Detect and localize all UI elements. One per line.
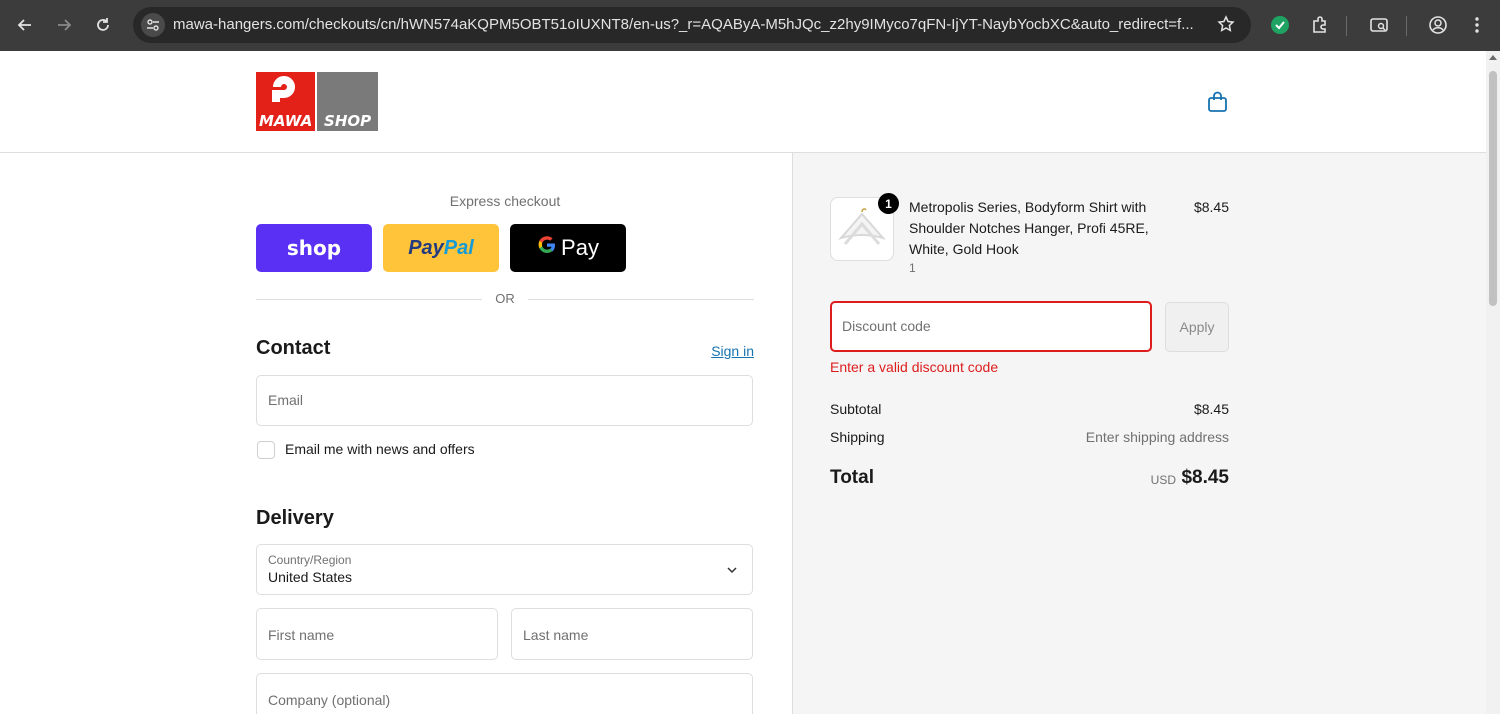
reload-icon[interactable] [90, 12, 116, 38]
last-name-placeholder: Last name [523, 627, 589, 643]
discount-placeholder: Discount code [842, 318, 931, 334]
paypal-label-pal: Pal [443, 236, 474, 259]
email-placeholder: Email [268, 392, 304, 408]
chevron-down-icon [726, 563, 738, 581]
site-info-icon[interactable] [141, 13, 165, 37]
checkout-form: Express checkout shop Pay Pal Pay OR Cont… [0, 51, 792, 714]
toolbar-divider [1406, 16, 1407, 36]
apply-discount-button[interactable]: Apply [1165, 302, 1229, 352]
search-tab-icon[interactable] [1368, 14, 1390, 36]
shopping-bag-icon[interactable] [1207, 91, 1228, 118]
toolbar-divider [1346, 16, 1347, 36]
first-name-placeholder: First name [268, 627, 335, 643]
sign-in-link[interactable]: Sign in [700, 343, 754, 359]
browser-toolbar: mawa-hangers.com/checkouts/cn/hWN574aKQP… [0, 0, 1500, 51]
google-g-icon [537, 235, 557, 261]
address-bar[interactable]: mawa-hangers.com/checkouts/cn/hWN574aKQP… [133, 7, 1251, 43]
country-label: Country/Region [268, 553, 352, 567]
paypal-label-pay: Pay [408, 236, 444, 259]
order-summary-pane [792, 153, 1486, 714]
country-select[interactable]: Country/Region United States [256, 544, 753, 595]
profile-icon[interactable] [1427, 14, 1449, 36]
paypal-button[interactable]: Pay Pal [383, 224, 499, 272]
newsletter-checkbox[interactable] [257, 441, 275, 459]
scroll-up-icon[interactable] [1489, 55, 1497, 60]
email-field[interactable]: Email [256, 375, 753, 426]
page-scrollbar[interactable] [1486, 51, 1500, 714]
url-text[interactable]: mawa-hangers.com/checkouts/cn/hWN574aKQP… [173, 16, 1203, 33]
extension-green-icon[interactable] [1269, 14, 1291, 36]
back-icon[interactable] [12, 12, 38, 38]
scrollbar-thumb[interactable] [1489, 71, 1497, 306]
contact-heading: Contact [256, 337, 331, 359]
country-value: United States [268, 569, 353, 585]
google-pay-button[interactable]: Pay [510, 224, 626, 272]
first-name-field[interactable]: First name [256, 608, 498, 660]
google-pay-label: Pay [561, 235, 599, 260]
newsletter-label[interactable]: Email me with news and offers [285, 441, 475, 457]
shop-pay-label: shop [286, 236, 342, 260]
menu-kebab-icon[interactable] [1466, 14, 1488, 36]
shop-pay-button[interactable]: shop [256, 224, 372, 272]
discount-code-field[interactable]: Discount code [830, 301, 1152, 352]
company-field[interactable]: Company (optional) [256, 673, 753, 714]
last-name-field[interactable]: Last name [511, 608, 753, 660]
extensions-puzzle-icon[interactable] [1309, 14, 1331, 36]
express-checkout-label: Express checkout [449, 193, 561, 209]
delivery-heading: Delivery [256, 507, 334, 529]
or-divider: OR [256, 291, 754, 309]
company-placeholder: Company (optional) [268, 692, 391, 708]
bookmark-star-icon[interactable] [1217, 15, 1235, 38]
divider-line [528, 299, 754, 300]
forward-icon[interactable] [51, 12, 77, 38]
